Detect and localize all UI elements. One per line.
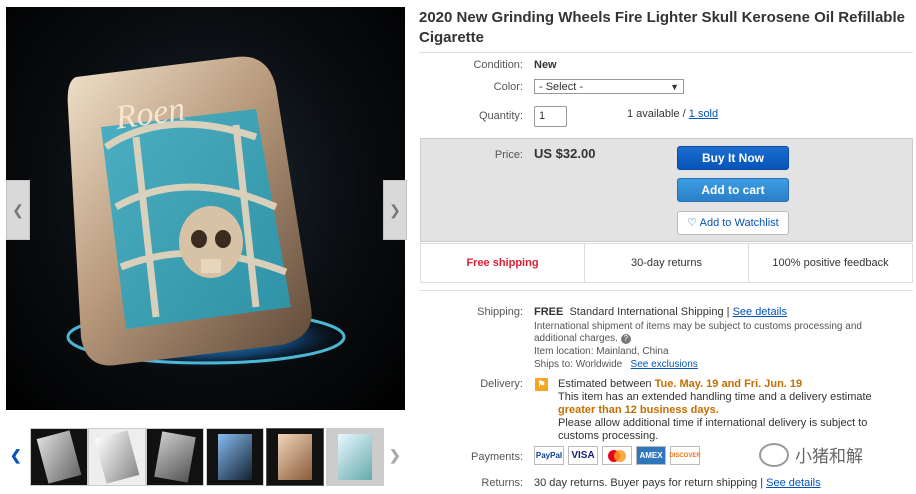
returns-badge: 30-day returns — [585, 244, 749, 282]
delivery-icon: ⚑ — [535, 378, 548, 391]
thumbnail-4[interactable] — [206, 428, 264, 486]
shipping-service: Standard International Shipping | — [569, 306, 730, 318]
thumb-next-icon[interactable]: ❯ — [389, 447, 401, 464]
delivery-dates: Tue. May. 19 and Fri. Jun. 19 — [654, 378, 803, 390]
color-select-value: - Select - — [539, 80, 584, 93]
shipping-details-link[interactable]: See details — [733, 306, 787, 318]
chevron-left-icon: ❮ — [12, 201, 24, 218]
shipping-free: FREE — [534, 306, 564, 318]
quantity-label: Quantity: — [478, 110, 523, 122]
thumbnail-strip: ❮ ❯ — [6, 425, 401, 491]
delivery-greater: greater than 12 business days. — [558, 404, 719, 416]
delivery-line2: This item has an extended handling time … — [558, 391, 872, 403]
add-to-watchlist-button[interactable]: ♡ Add to Watchlist — [677, 211, 789, 235]
ships-to: Ships to: Worldwide See exclusions — [534, 359, 698, 370]
shipping-line: FREE Standard International Shipping | S… — [534, 306, 787, 318]
shipping-label: Shipping: — [477, 306, 523, 318]
help-icon[interactable]: ? — [620, 334, 631, 344]
watermark-text: 小猪和解 — [795, 447, 863, 466]
returns-label: Returns: — [481, 477, 523, 489]
returns-line: 30 day returns. Buyer pays for return sh… — [534, 477, 821, 489]
ships-to-text: Ships to: Worldwide — [534, 359, 623, 370]
discover-logo: DISCOVER — [669, 446, 701, 465]
quantity-availability: 1 available / 1 sold — [627, 108, 718, 120]
price-label: Price: — [494, 149, 523, 161]
next-image-button[interactable]: ❯ — [383, 180, 407, 240]
free-shipping-badge: Free shipping — [421, 244, 585, 282]
dropdown-arrow-icon: ▼ — [670, 81, 679, 92]
add-to-cart-button[interactable]: Add to cart — [677, 178, 789, 202]
thumbnail-6[interactable] — [326, 428, 384, 486]
returns-details-link[interactable]: See details — [766, 477, 820, 489]
item-title: 2020 New Grinding Wheels Fire Lighter Sk… — [419, 9, 905, 46]
watchlist-label: Add to Watchlist — [699, 217, 779, 229]
mastercard-icon — [608, 449, 626, 462]
main-product-image[interactable]: Roen — [6, 7, 405, 410]
heart-icon: ♡ — [687, 217, 698, 229]
price-value: US $32.00 — [534, 146, 596, 161]
condition-value: New — [534, 59, 557, 71]
returns-text: 30 day returns. Buyer pays for return sh… — [534, 477, 764, 489]
feature-bar: Free shipping 30-day returns 100% positi… — [420, 243, 913, 283]
chevron-right-icon: ❯ — [389, 201, 401, 218]
watermark: 小猪和解 — [759, 442, 863, 467]
delivery-label: Delivery: — [480, 378, 523, 390]
delivery-text: Estimated between Tue. May. 19 and Fri. … — [558, 378, 910, 443]
condition-label: Condition: — [473, 59, 523, 71]
thumbnail-5[interactable] — [266, 428, 324, 486]
payments-label: Payments: — [471, 451, 523, 463]
thumbnail-1[interactable] — [30, 428, 88, 486]
prev-image-button[interactable]: ❮ — [6, 180, 30, 240]
lighter-illustration: Roen — [56, 56, 356, 371]
wechat-icon — [759, 442, 789, 467]
amex-logo: AMEX — [636, 446, 666, 465]
visa-logo: VISA — [568, 446, 598, 465]
available-text: 1 available / — [627, 108, 689, 120]
divider — [419, 52, 913, 53]
shipping-note-text: International shipment of items may be s… — [534, 321, 862, 344]
thumbnail-2[interactable] — [88, 428, 146, 486]
sold-link[interactable]: 1 sold — [689, 108, 718, 120]
item-location: Item location: Mainland, China — [534, 346, 669, 357]
thumb-prev-icon[interactable]: ❮ — [10, 447, 22, 464]
color-select[interactable]: - Select - ▼ — [534, 79, 684, 94]
quantity-input[interactable]: 1 — [534, 106, 567, 127]
see-exclusions-link[interactable]: See exclusions — [631, 359, 698, 370]
delivery-line3: Please allow additional time if internat… — [558, 417, 868, 442]
divider — [419, 290, 913, 291]
thumbnail-3[interactable] — [146, 428, 204, 486]
mastercard-logo — [602, 446, 632, 465]
paypal-logo: PayPal — [534, 446, 564, 465]
delivery-estimated: Estimated between — [558, 378, 655, 390]
color-label: Color: — [493, 81, 523, 93]
feedback-badge: 100% positive feedback — [772, 257, 889, 269]
shipping-note: International shipment of items may be s… — [534, 321, 904, 345]
buy-it-now-button[interactable]: Buy It Now — [677, 146, 789, 170]
